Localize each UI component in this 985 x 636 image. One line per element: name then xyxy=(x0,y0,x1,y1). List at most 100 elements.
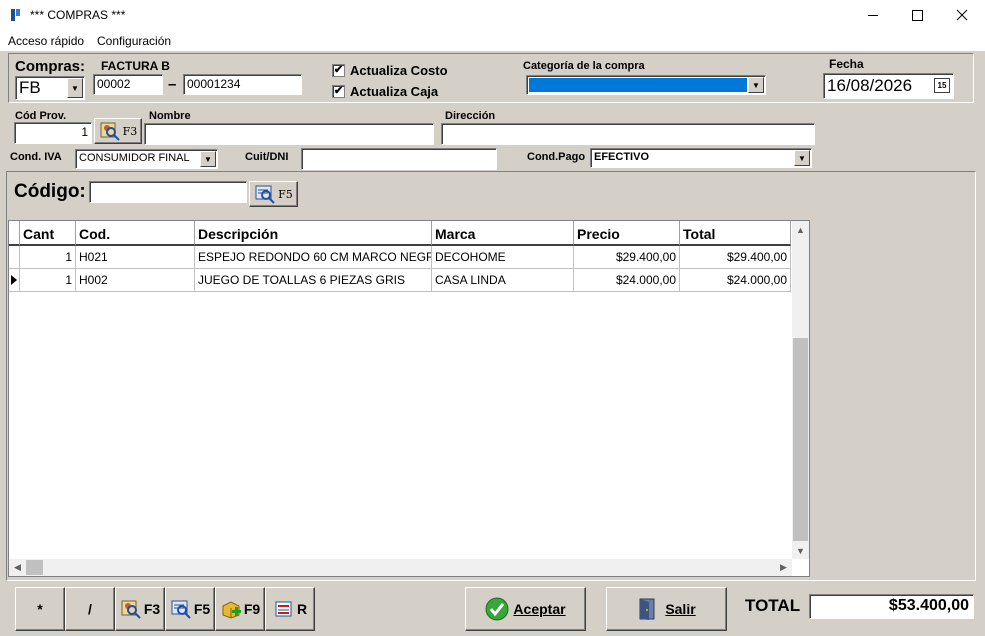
chevron-down-icon: ▼ xyxy=(794,150,810,166)
row-indicator-current xyxy=(9,269,20,292)
items-grid[interactable]: Cant Cod. Descripción Marca Precio Total… xyxy=(8,220,810,577)
aceptar-button[interactable]: Aceptar xyxy=(465,587,586,631)
compras-label: Compras: xyxy=(15,58,86,75)
column-header-total[interactable]: Total xyxy=(680,221,791,246)
column-header-cant[interactable]: Cant xyxy=(20,221,76,246)
r-button[interactable]: R xyxy=(265,587,315,631)
search-prov-button[interactable]: F3 xyxy=(94,118,142,144)
list-remove-icon xyxy=(275,601,292,617)
cell-cod[interactable]: H002 xyxy=(76,269,195,292)
search-list-icon xyxy=(171,600,191,619)
scroll-right-icon[interactable]: ▶ xyxy=(775,559,792,576)
fecha-input[interactable]: 16/08/2026 15 xyxy=(823,73,954,99)
cond-iva-select[interactable]: CONSUMIDOR FINAL ▼ xyxy=(75,149,218,169)
column-header-marca[interactable]: Marca xyxy=(432,221,574,246)
title-bar: *** COMPRAS *** xyxy=(0,0,985,31)
tipo-value: FB xyxy=(19,78,41,97)
chevron-down-icon: ▼ xyxy=(67,78,83,98)
codigo-label: Código: xyxy=(14,181,86,202)
actualiza-costo-checkbox[interactable]: ✔ xyxy=(332,64,345,77)
column-header-descripcion[interactable]: Descripción xyxy=(195,221,432,246)
cell-precio[interactable]: $29.400,00 xyxy=(574,246,680,269)
horizontal-scroll-thumb[interactable] xyxy=(26,560,43,575)
search-prov-key: F3 xyxy=(122,124,138,138)
window-title: *** COMPRAS *** xyxy=(30,8,126,22)
exit-door-icon xyxy=(639,598,655,620)
cell-descripcion[interactable]: ESPEJO REDONDO 60 CM MARCO NEGRO xyxy=(195,246,432,269)
tipo-select[interactable]: FB ▼ xyxy=(15,76,85,100)
scroll-down-icon[interactable]: ▼ xyxy=(792,542,809,559)
cond-iva-value: CONSUMIDOR FINAL xyxy=(79,152,190,164)
cuit-label: Cuit/DNI xyxy=(245,151,289,163)
search-person-icon xyxy=(121,600,141,619)
number-separator: – xyxy=(168,76,177,93)
actualiza-costo-label: Actualiza Costo xyxy=(350,63,448,78)
salir-button[interactable]: Salir xyxy=(606,587,727,631)
f9-label: F9 xyxy=(243,601,261,617)
cell-precio[interactable]: $24.000,00 xyxy=(574,269,680,292)
multiply-label: * xyxy=(37,601,43,617)
f9-button[interactable]: F9 xyxy=(215,587,265,631)
close-button[interactable] xyxy=(940,0,985,31)
cond-iva-label: Cond. IVA xyxy=(10,151,62,163)
fecha-label: Fecha xyxy=(829,57,864,71)
f5-button[interactable]: F5 xyxy=(165,587,215,631)
column-header-cod[interactable]: Cod. xyxy=(76,221,195,246)
add-box-icon xyxy=(222,601,241,619)
direccion-label: Dirección xyxy=(445,110,496,122)
cell-descripcion[interactable]: JUEGO DE TOALLAS 6 PIEZAS GRIS xyxy=(195,269,432,292)
calendar-icon[interactable]: 15 xyxy=(934,78,950,93)
salir-label: Salir xyxy=(665,601,696,617)
cell-cant[interactable]: 1 xyxy=(20,269,76,292)
cell-cant[interactable]: 1 xyxy=(20,246,76,269)
cell-marca[interactable]: DECOHOME xyxy=(432,246,574,269)
cell-total[interactable]: $29.400,00 xyxy=(680,246,791,269)
punto-venta-input[interactable]: 00002 xyxy=(93,74,163,95)
total-value: $53.400,00 xyxy=(809,594,974,619)
actualiza-caja-checkbox[interactable]: ✔ xyxy=(332,85,345,98)
codigo-input[interactable] xyxy=(89,181,247,203)
vertical-scroll-thumb[interactable] xyxy=(793,338,808,541)
categoria-select[interactable]: ▼ xyxy=(526,75,766,95)
maximize-button[interactable] xyxy=(895,0,940,31)
f5-label: F5 xyxy=(193,601,211,617)
scroll-left-icon[interactable]: ◀ xyxy=(9,559,26,576)
direccion-input[interactable] xyxy=(441,123,815,145)
row-indicator-header xyxy=(9,221,20,246)
nombre-input[interactable] xyxy=(144,123,434,145)
column-header-precio[interactable]: Precio xyxy=(574,221,680,246)
row-indicator xyxy=(9,246,20,269)
cell-total[interactable]: $24.000,00 xyxy=(680,269,791,292)
menu-acceso-rapido[interactable]: Acceso rápido xyxy=(8,34,84,48)
multiply-button[interactable]: * xyxy=(15,587,65,631)
f3-button[interactable]: F3 xyxy=(115,587,165,631)
cod-prov-input[interactable]: 1 xyxy=(14,122,92,144)
cond-pago-value: EFECTIVO xyxy=(594,151,650,163)
search-codigo-button[interactable]: F5 xyxy=(249,181,298,207)
minimize-button[interactable] xyxy=(850,0,895,31)
numero-input[interactable]: 00001234 xyxy=(183,74,302,95)
cond-pago-select[interactable]: EFECTIVO ▼ xyxy=(590,148,812,168)
scroll-up-icon[interactable]: ▲ xyxy=(792,221,809,238)
tipo-desc: FACTURA B xyxy=(101,59,170,73)
nombre-label: Nombre xyxy=(149,110,191,122)
cell-cod[interactable]: H021 xyxy=(76,246,195,269)
current-row-arrow-icon xyxy=(11,275,17,285)
cod-prov-label: Cód Prov. xyxy=(15,110,67,122)
categoria-label: Categoría de la compra xyxy=(523,60,645,72)
total-label: TOTAL xyxy=(745,596,801,615)
aceptar-label: Aceptar xyxy=(513,601,566,617)
check-circle-icon xyxy=(485,597,509,621)
close-icon xyxy=(956,9,968,21)
divide-button[interactable]: / xyxy=(65,587,115,631)
cell-marca[interactable]: CASA LINDA xyxy=(432,269,574,292)
horizontal-scrollbar[interactable]: ◀ ▶ xyxy=(9,559,792,576)
actualiza-caja-label: Actualiza Caja xyxy=(350,84,439,99)
menu-configuracion[interactable]: Configuración xyxy=(97,34,171,48)
search-person-icon xyxy=(100,122,120,141)
vertical-scrollbar[interactable]: ▲ ▼ xyxy=(792,221,809,559)
r-label: R xyxy=(296,601,308,617)
cuit-input[interactable] xyxy=(301,148,497,170)
menu-bar: Acceso rápido Configuración xyxy=(0,31,985,51)
app-icon xyxy=(11,9,20,21)
